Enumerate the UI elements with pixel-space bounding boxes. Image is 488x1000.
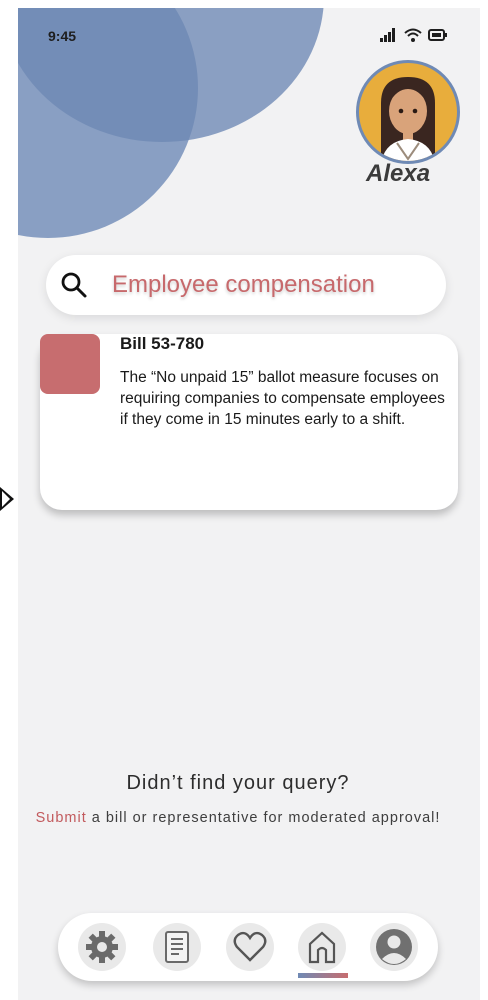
nav-settings[interactable] <box>78 923 126 971</box>
submit-prompt-text: a bill or representative for moderated a… <box>86 810 441 826</box>
battery-icon <box>428 29 447 41</box>
submit-link[interactable]: Submit <box>36 810 87 826</box>
document-icon <box>165 931 189 963</box>
search-input[interactable]: Employee compensation <box>112 271 375 299</box>
signal-icon <box>380 28 395 42</box>
result-card[interactable]: Bill 53-780 The “No unpaid 15” ballot me… <box>40 334 458 510</box>
nav-documents[interactable] <box>153 923 201 971</box>
profile-icon <box>376 929 412 965</box>
bill-description: The “No unpaid 15” ballot measure focuse… <box>120 369 445 428</box>
search-bar[interactable]: Employee compensation <box>46 255 446 315</box>
heart-icon <box>233 931 267 962</box>
status-icons <box>380 28 448 42</box>
gear-icon <box>86 931 118 963</box>
app-screen: 9:45 Alexa Employee compensation Bill 53… <box>18 8 480 1000</box>
nav-profile[interactable] <box>370 923 418 971</box>
bill-title: Bill 53-780 <box>120 334 205 353</box>
active-tab-indicator <box>298 973 348 978</box>
avatar[interactable] <box>356 60 460 164</box>
search-icon <box>61 272 87 298</box>
bill-thumbnail <box>40 334 100 394</box>
wifi-icon <box>404 28 422 42</box>
bottom-nav <box>58 913 438 981</box>
not-found-heading: Didn’t find your query? <box>126 772 350 794</box>
user-name: Alexa <box>366 160 431 187</box>
status-time: 9:45 <box>48 28 77 44</box>
nav-favorites[interactable] <box>226 923 274 971</box>
nav-home[interactable] <box>298 923 346 971</box>
home-icon <box>308 931 336 964</box>
submit-prompt: Submit a bill or representative for mode… <box>18 808 458 829</box>
avatar-portrait-icon <box>381 77 435 161</box>
pointer-arrow-icon <box>0 487 14 511</box>
